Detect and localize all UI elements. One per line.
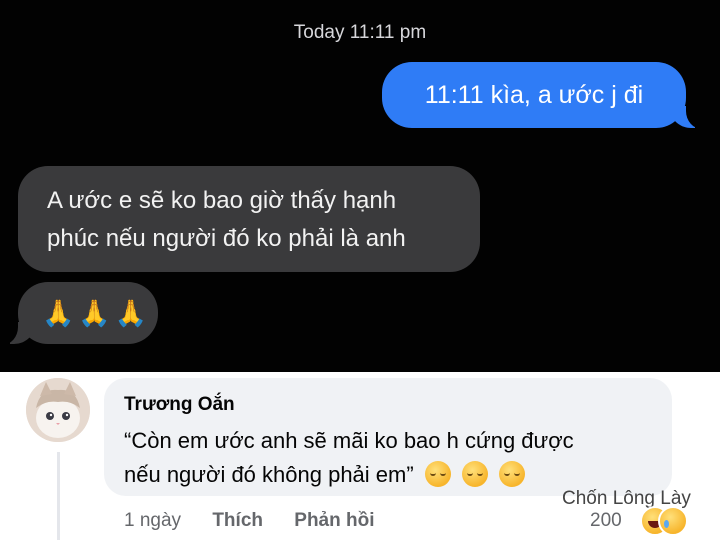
outgoing-message-text: 11:11 kìa, a ước j đi	[424, 81, 644, 109]
sad-icon	[658, 506, 688, 536]
folded-hands-icon: 🙏🙏🙏	[42, 298, 152, 328]
outgoing-message-bubble: 11:11 kìa, a ước j đi	[382, 62, 708, 129]
comment-text-line: “Còn em ước anh sẽ mãi ko bao h cứng đượ…	[124, 428, 574, 453]
relieved-face-icon	[424, 461, 451, 487]
incoming-message-line: phúc nếu người đó ko phải là anh	[47, 225, 406, 252]
like-button[interactable]: Thích	[212, 510, 263, 531]
cat-avatar-icon	[26, 378, 90, 442]
incoming-emoji-bubble: 🙏🙏🙏	[0, 282, 158, 345]
message-screenshot: Today 11:11 pm 11:11 kìa, a ước j đi A ư…	[0, 0, 720, 372]
incoming-message-line: A ước e sẽ ko bao giờ thấy hạnh	[47, 187, 397, 214]
relieved-face-icon	[461, 461, 488, 487]
avatar[interactable]	[26, 378, 90, 442]
incoming-message-bubble: A ước e sẽ ko bao giờ thấy hạnh phúc nếu…	[18, 166, 480, 272]
comment-bubble: Trương Oắn “Còn em ước anh sẽ mãi ko bao…	[104, 378, 672, 496]
comment-section: Trương Oắn “Còn em ước anh sẽ mãi ko bao…	[0, 372, 720, 540]
comment-actions: 1 ngày Thích Phản hồi	[124, 510, 401, 532]
comment-text: “Còn em ước anh sẽ mãi ko bao h cứng đượ…	[124, 424, 664, 492]
comment-author[interactable]: Trương Oắn	[124, 394, 235, 416]
message-timestamp: Today 11:11 pm	[293, 22, 427, 43]
relieved-face-icon	[499, 461, 526, 487]
comment-text-line: nếu người đó không phải em”	[124, 458, 664, 492]
reply-button[interactable]: Phản hồi	[294, 510, 374, 531]
comment-time[interactable]: 1 ngày	[124, 510, 181, 531]
reaction-count: 200	[590, 510, 622, 531]
reply-thread-line	[57, 452, 60, 540]
